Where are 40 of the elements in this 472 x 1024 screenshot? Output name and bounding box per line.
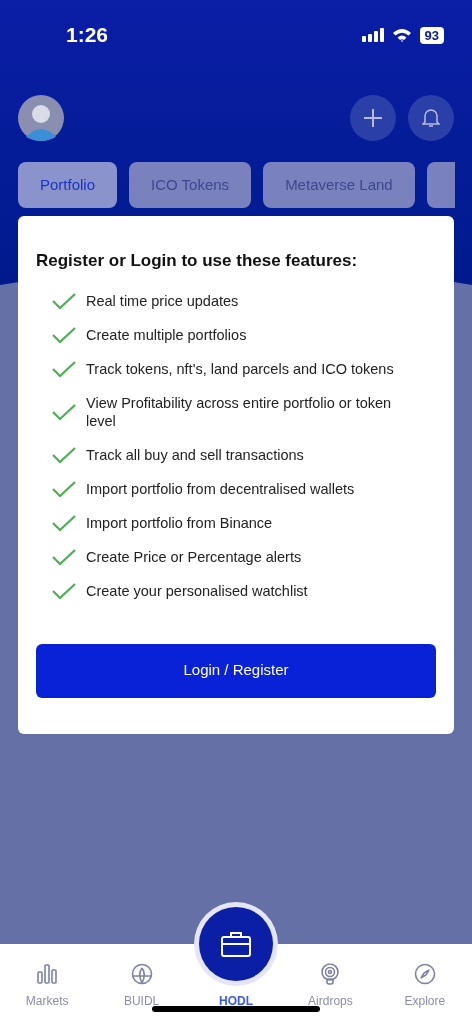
tab[interactable]: Metaverse Land: [263, 162, 415, 208]
feature-text: Real time price updates: [86, 291, 239, 310]
check-icon: [52, 402, 76, 421]
cellular-signal-icon: [361, 28, 384, 42]
card-title: Register or Login to use these features:: [36, 250, 359, 272]
nav-tab[interactable]: Airdrops: [308, 944, 353, 1010]
feature-text: Import portfolio from decentralised wallets: [86, 479, 355, 498]
bar-chart-icon: [35, 962, 60, 986]
fab-button[interactable]: [199, 907, 273, 981]
check-icon: [52, 325, 76, 344]
wifi-icon: [391, 28, 412, 42]
nav-tab[interactable]: Explore: [404, 944, 446, 1010]
check-icon: [52, 513, 76, 532]
globe-icon: [129, 962, 154, 986]
feature-text: Track tokens, nft's, land parcels and ICO tokens: [86, 359, 394, 378]
nav-tab[interactable]: BUIDL: [123, 944, 160, 1010]
check-icon: [52, 479, 76, 498]
check-icon: [52, 547, 76, 566]
plus-icon: [363, 108, 383, 128]
check-icon: [52, 445, 76, 464]
avatar[interactable]: [18, 95, 64, 141]
tab[interactable]: [426, 162, 455, 208]
feature-text: Create your personalised watchlist: [86, 581, 308, 600]
feature-text: Create Price or Percentage alerts: [86, 547, 302, 566]
login-register-button[interactable]: Login / Register: [36, 643, 436, 698]
check-icon: [52, 581, 76, 600]
status-time: 1:26: [66, 22, 109, 49]
compass-icon: [412, 962, 437, 986]
bell-icon: [422, 108, 440, 128]
feature-text: View Profitability across entire portfolio or token level: [86, 393, 393, 430]
nav-tab[interactable]: HODL: [219, 992, 253, 1010]
feature-text: Track all buy and sell transactions: [86, 445, 304, 464]
feature-text: Import portfolio from Binance: [86, 513, 273, 532]
tab[interactable]: ICO Tokens: [129, 162, 252, 208]
feature-text: Create multiple portfolios: [86, 325, 247, 344]
check-icon: [52, 359, 76, 378]
check-icon: [52, 291, 76, 310]
nav-tab[interactable]: Markets: [25, 944, 69, 1010]
briefcase-icon: [220, 930, 252, 958]
tab[interactable]: Portfolio: [18, 162, 118, 208]
